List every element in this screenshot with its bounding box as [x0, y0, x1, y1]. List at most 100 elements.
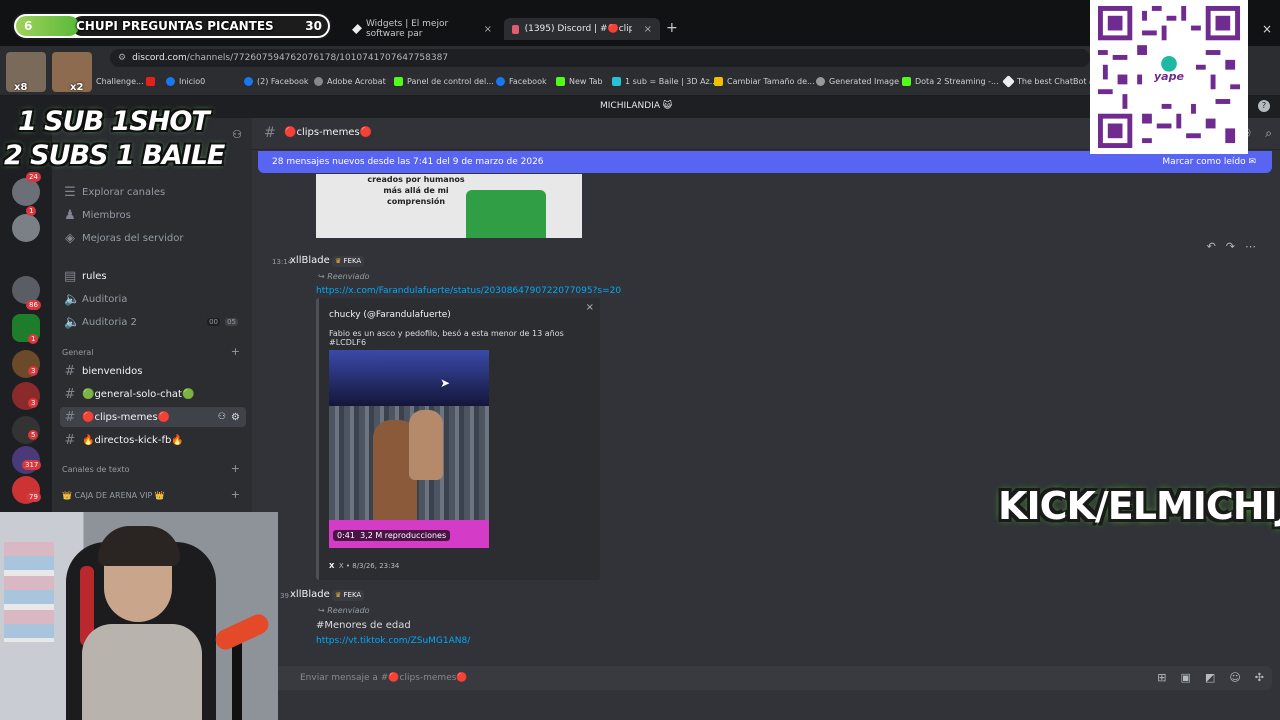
bookmark-item[interactable] — [146, 77, 155, 86]
bookmark-item[interactable]: 1 sub = Baile | 3D Az... — [612, 77, 717, 86]
voice-channel-auditoria[interactable]: 🔈 Auditoria — [60, 289, 246, 309]
bookmark-item[interactable]: (2) Facebook — [244, 77, 308, 86]
sticker-icon[interactable]: ◩ — [1205, 666, 1215, 690]
embed-description: Fabio es un asco y pedofilo, besó a esta… — [329, 329, 564, 347]
screen: Widgets | El mejor software par × (1395)… — [0, 0, 1280, 720]
mic-arm — [232, 638, 242, 720]
more-icon[interactable]: ⋯ — [1245, 240, 1256, 253]
add-channel-icon[interactable]: + — [231, 462, 240, 475]
unread-badge: 86 — [26, 300, 41, 310]
reply-icon[interactable]: ↶ — [1207, 240, 1216, 253]
channel-rules[interactable]: ▤ rules — [60, 266, 246, 286]
server-icon[interactable] — [12, 178, 40, 206]
message-author[interactable]: xllBlade — [290, 255, 330, 266]
address-bar[interactable]: ⚙ discord.com/channels/772607594762076178… — [110, 49, 1090, 67]
unread-badge: 1 — [26, 206, 37, 216]
channel-title: 🔴clips-memes🔴 — [284, 127, 373, 138]
crown-icon: ♛ — [335, 257, 342, 265]
add-channel-icon[interactable]: + — [231, 345, 240, 358]
bookmark-item[interactable]: Facebook — [496, 77, 547, 86]
window-close-button[interactable]: × — [1262, 22, 1272, 36]
facebook-icon — [496, 77, 505, 86]
meme-figure — [466, 190, 546, 238]
message-author[interactable]: xllBlade — [290, 589, 330, 600]
facebook-icon — [166, 77, 175, 86]
emoji-icon[interactable]: ☺ — [1229, 666, 1240, 690]
browser-toolbar: ← ⚙discord.com/channels/7726075947620761… — [0, 46, 1280, 70]
embed-video[interactable]: 0:41 3,2 M reproducciones — [329, 350, 489, 548]
tab-close-icon[interactable]: × — [644, 24, 652, 35]
video-meta: 0:41 3,2 M reproducciones — [333, 530, 451, 541]
message-composer[interactable]: Enviar mensaje a #🔴clips-memes🔴 ⊞ ▣ ◩ ☺ … — [270, 666, 1272, 690]
bookmark-item[interactable]: Cambiar Tamaño de... — [714, 77, 815, 86]
channel-clips-memes[interactable]: # 🔴clips-memes🔴 ⚇ ⚙ — [60, 407, 246, 427]
explore-channels-item[interactable]: ☰ Explorar canales — [60, 182, 246, 202]
channel-directos-kick-fb[interactable]: # 🔥directos-kick-fb🔥 — [60, 430, 246, 450]
yape-qr-code: yape — [1090, 0, 1248, 154]
gift-icon[interactable]: ⊞ — [1157, 666, 1166, 690]
video-stage-lights — [329, 350, 489, 406]
streamer-body — [82, 624, 202, 720]
bookmark-item[interactable]: Generated Image — [816, 77, 899, 86]
composer-tools: ⊞ ▣ ◩ ☺ ✣ — [1157, 666, 1264, 690]
members-icon: ♟ — [64, 207, 76, 223]
embed-close-icon[interactable]: × — [586, 302, 594, 313]
voice-channel-auditoria-2[interactable]: 🔈 Auditoria 2 00 05 — [60, 312, 246, 332]
settings-gear-icon[interactable]: ⚙ — [231, 412, 240, 423]
channel-bienvenidos[interactable]: # bienvenidos — [60, 361, 246, 381]
new-messages-bar[interactable]: 28 mensajes nuevos desde las 7:41 del 9 … — [258, 151, 1272, 173]
message-text: #Menores de edad — [316, 620, 411, 631]
bookmark-item[interactable]: Inicio0 — [166, 77, 205, 86]
unread-badge: 3 — [28, 398, 39, 408]
apps-icon[interactable]: ✣ — [1255, 666, 1264, 690]
category-text-channels[interactable]: Canales de texto — [62, 465, 130, 474]
add-member-icon[interactable]: ⚇ — [232, 128, 242, 141]
server-boosts-item[interactable]: ◈ Mejoras del servidor — [60, 228, 246, 248]
boost-icon: ◈ — [65, 230, 75, 246]
tab-label: Widgets | El mejor software par — [365, 19, 449, 39]
message-link[interactable]: https://x.com/Farandulafuerte/status/203… — [316, 286, 621, 296]
kick-icon — [902, 77, 911, 86]
bookmark-item[interactable]: Challenge... — [96, 77, 144, 86]
previous-meme-image[interactable]: creados por humanos más allá de mi compr… — [316, 174, 582, 238]
add-channel-icon[interactable]: + — [231, 488, 240, 501]
embed-author[interactable]: chucky (@Farandulafuerte) — [329, 310, 451, 320]
x-logo-icon: X — [329, 562, 335, 570]
new-tab-button[interactable]: + — [666, 20, 678, 36]
list-icon: ☰ — [64, 184, 76, 200]
gif-icon[interactable]: ▣ — [1181, 666, 1191, 690]
tab-widgets[interactable]: Widgets | El mejor software par × — [346, 18, 500, 40]
hash-icon: # — [64, 386, 76, 402]
user-tag: ♛ FEKA — [332, 590, 365, 601]
video-person — [409, 410, 443, 480]
address-host: discord.com — [132, 53, 187, 63]
invite-icon[interactable]: ⚇ — [218, 412, 226, 422]
category-general[interactable]: General — [62, 348, 94, 357]
channel-general-solo-chat[interactable]: # 🟢general-solo-chat🟢 — [60, 384, 246, 404]
bookmark-item[interactable]: New Tab — [556, 77, 603, 86]
server-icon[interactable] — [12, 214, 40, 242]
category-arena-vip[interactable]: 👑 CAJA DE ARENA VIP 👑 — [62, 491, 165, 500]
bookmark-item[interactable]: Panel de control del... — [394, 77, 494, 86]
kick-icon — [394, 77, 403, 86]
tab-close-icon[interactable]: × — [484, 24, 492, 35]
video-duration: 0:41 — [337, 531, 355, 540]
crown-icon: ♛ — [335, 591, 342, 599]
help-icon[interactable]: ? — [1258, 100, 1270, 112]
promo-line-2: 2 SUBS 1 BAILE — [4, 140, 225, 171]
mark-as-read-button[interactable]: Marcar como leído ✉ — [1162, 151, 1256, 173]
tab-discord[interactable]: (1395) Discord | #🔴clips-meme × — [504, 18, 660, 40]
site-settings-icon[interactable]: ⚙ — [118, 53, 126, 63]
members-item[interactable]: ♟ Miembros — [60, 205, 246, 225]
bookmark-item[interactable]: Dota 2 Streaming -... — [902, 77, 999, 86]
bookmarks-bar: Challenge... Inicio0 (2) Facebook Adobe … — [0, 70, 1280, 96]
message-link[interactable]: https://vt.tiktok.com/ZSuMG1AN8/ — [316, 636, 470, 646]
forward-icon[interactable]: ↷ — [1226, 240, 1235, 253]
goal-target: 30 — [305, 19, 322, 33]
kick-icon — [556, 77, 565, 86]
bookmark-item[interactable]: Adobe Acrobat — [314, 77, 386, 86]
arrow-icon — [714, 77, 723, 86]
rules-icon: ▤ — [64, 268, 77, 284]
search-icon[interactable]: ⌕ — [1265, 126, 1272, 141]
unread-badge: 79 — [26, 492, 41, 502]
